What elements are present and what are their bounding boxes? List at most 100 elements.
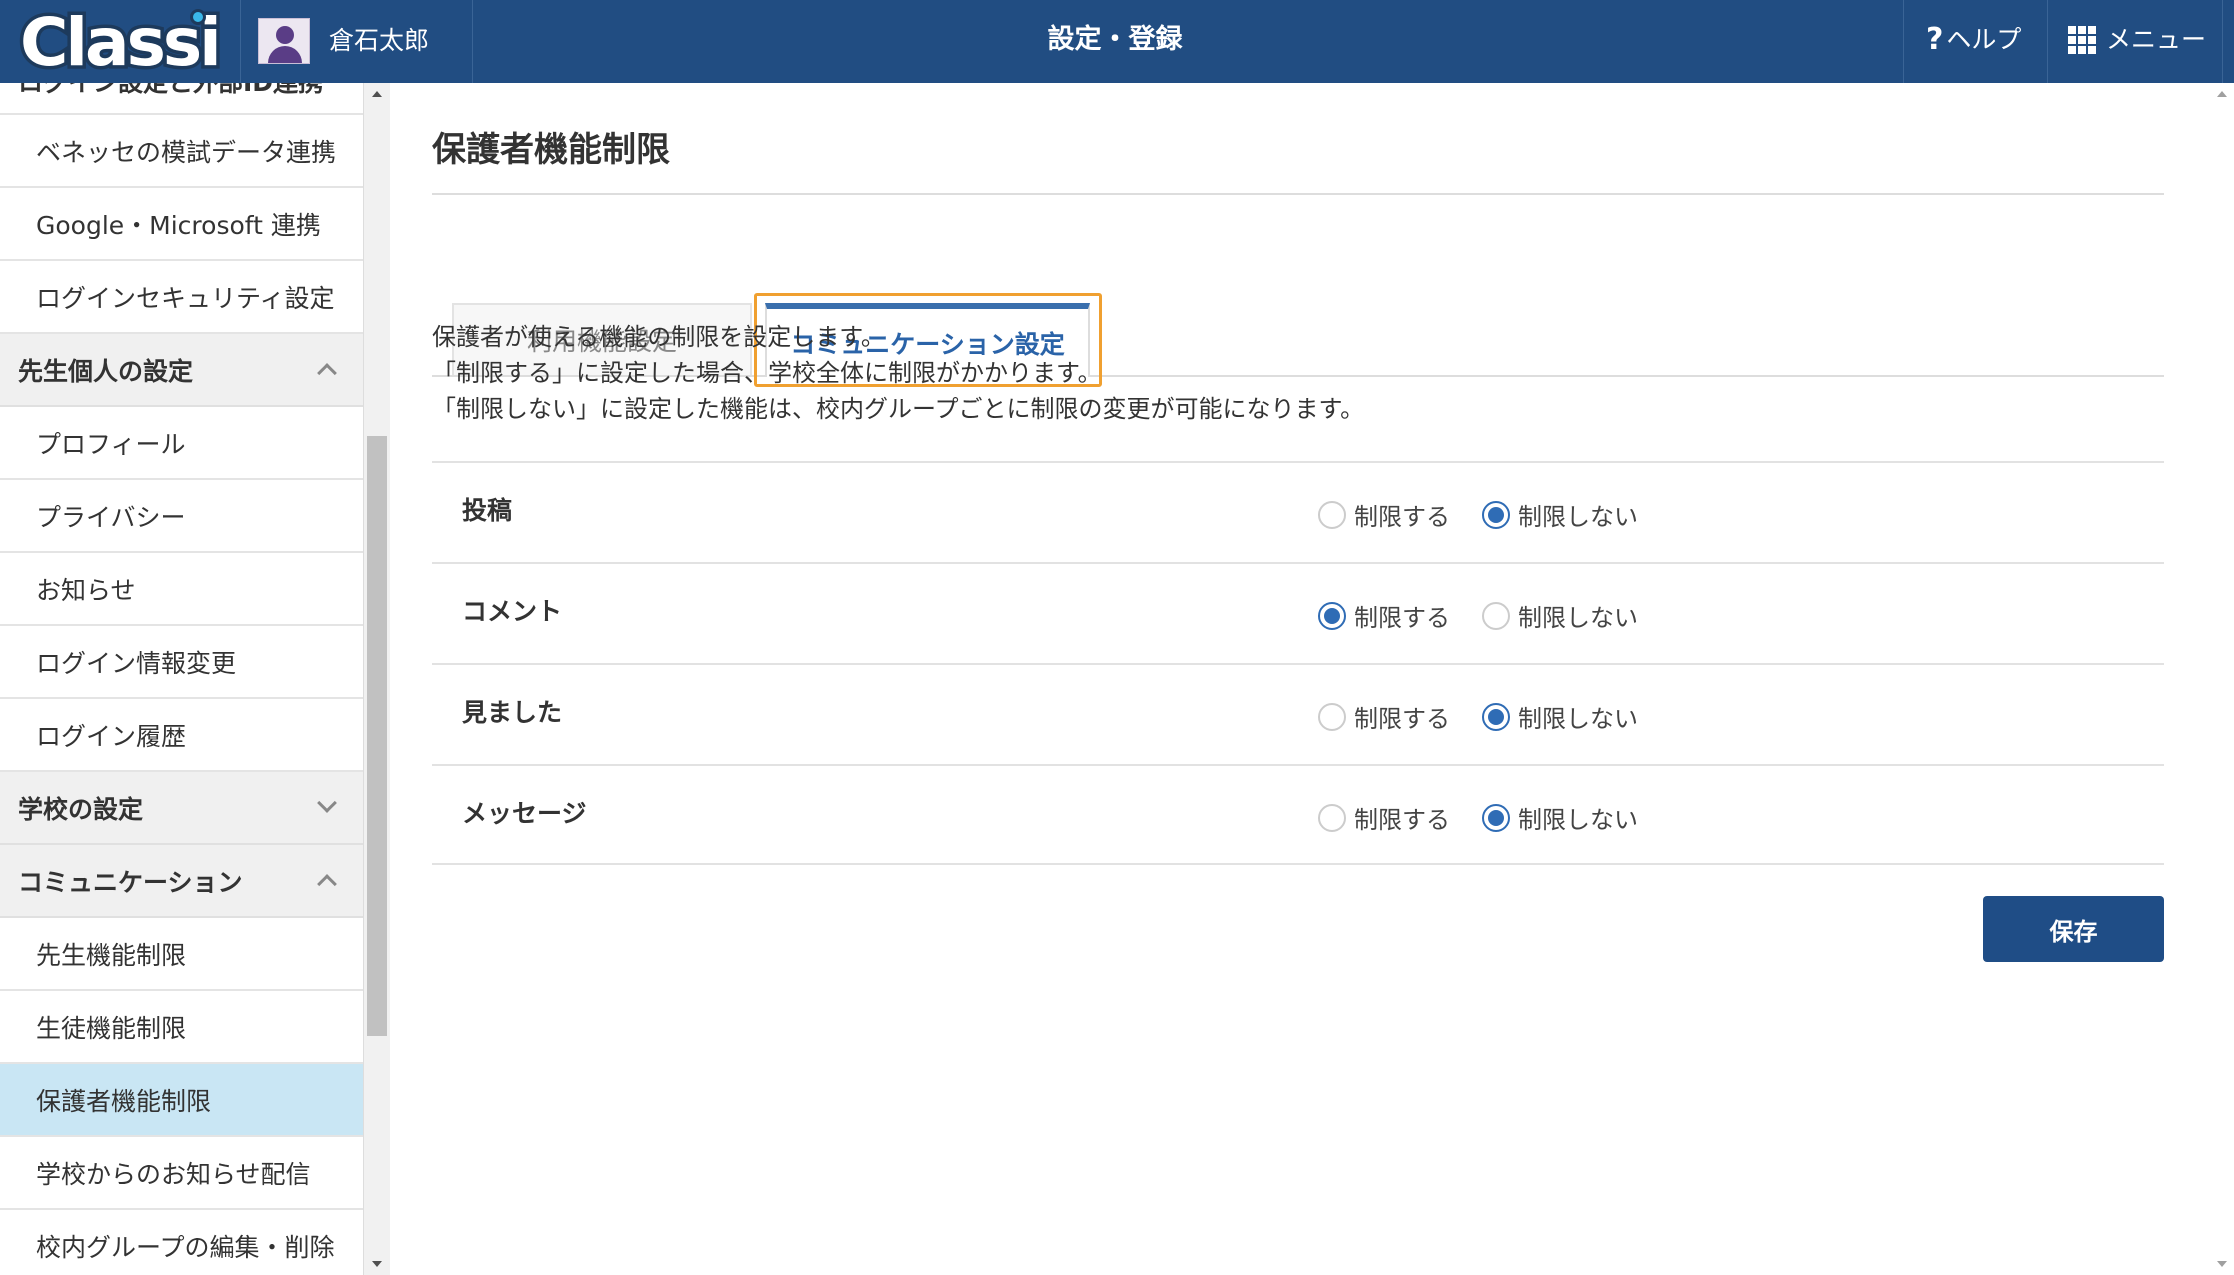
sidebar: ログイン設定と外部ID連携 ベネッセの模試データ連携 Google・Microso… — [0, 83, 364, 1275]
setting-label: 見ました — [462, 698, 563, 727]
header-divider — [2047, 0, 2048, 83]
radio-button[interactable] — [1318, 702, 1346, 731]
setting-row: コメント 制限する 制限しない — [432, 562, 2164, 663]
avatar-body — [268, 46, 302, 63]
menu-label: メニュー — [2106, 25, 2207, 54]
radio-button[interactable] — [1482, 601, 1510, 630]
sidebar-item-active[interactable]: 保護者機能制限 — [0, 1064, 363, 1137]
sidebar-item[interactable]: 生徒機能制限 — [0, 991, 363, 1064]
header-divider — [2222, 0, 2223, 83]
logo-dot — [190, 9, 206, 25]
setting-row: 見ました 制限する 制限しない — [432, 663, 2164, 764]
question-icon: ? — [1926, 22, 1944, 57]
setting-label: コメント — [462, 597, 563, 626]
sidebar-item[interactable]: プライバシー — [0, 480, 363, 553]
header-divider — [1903, 0, 1904, 83]
radio-button[interactable] — [1482, 500, 1510, 529]
user-name[interactable]: 倉石太郎 — [329, 25, 429, 57]
save-button[interactable]: 保存 — [1983, 896, 2164, 962]
chevron-up-icon[interactable] — [317, 874, 337, 894]
avatar-head — [276, 26, 294, 44]
radio-restrict[interactable]: 制限する — [1318, 598, 1450, 633]
scroll-down-arrow-icon[interactable] — [2217, 1261, 2227, 1267]
sidebar-item[interactable]: ベネッセの模試データ連携 — [0, 115, 363, 188]
radio-label: 制限する — [1354, 806, 1450, 834]
radio-no-restrict[interactable]: 制限しない — [1482, 800, 1638, 835]
sidebar-item-label: 学校からのお知らせ配信 — [36, 1159, 311, 1189]
sidebar-item-label: ログイン情報変更 — [36, 648, 237, 678]
radio-label: 制限しない — [1518, 806, 1638, 834]
radio-button[interactable] — [1318, 500, 1346, 529]
menu-button[interactable]: メニュー — [2068, 22, 2220, 58]
sidebar-item[interactable]: ログイン情報変更 — [0, 626, 363, 699]
sidebar-section[interactable]: 学校の設定 — [0, 772, 363, 845]
sidebar-item-label: コミュニケーション — [18, 867, 243, 897]
sidebar-item-label: ログインセキュリティ設定 — [36, 283, 335, 313]
title-divider — [432, 193, 2164, 195]
radio-no-restrict[interactable]: 制限しない — [1482, 699, 1638, 734]
radio-label: 制限する — [1354, 604, 1450, 632]
sidebar-scrollbar[interactable] — [364, 83, 390, 1275]
sidebar-item-label: プロフィール — [36, 429, 186, 459]
sidebar-item-label: お知らせ — [36, 575, 136, 605]
help-label: ヘルプ — [1946, 25, 2022, 54]
grid-menu-icon — [2068, 26, 2096, 54]
header-title: 設定・登録 — [1047, 24, 1183, 55]
radio-button[interactable] — [1318, 601, 1346, 630]
radio-no-restrict[interactable]: 制限しない — [1482, 598, 1638, 633]
sidebar-section[interactable]: コミュニケーション — [0, 845, 363, 918]
logo-text: Classi — [17, 4, 226, 81]
header-divider — [240, 0, 241, 83]
sidebar-item[interactable]: プロフィール — [0, 407, 363, 480]
sidebar-item[interactable]: お知らせ — [0, 553, 363, 626]
chevron-down-icon[interactable] — [317, 793, 337, 813]
scroll-up-arrow-icon[interactable] — [2217, 91, 2227, 97]
description: 保護者が使える機能の制限を設定します。 「制限する」に設定した場合、学校全体に制… — [432, 319, 1364, 427]
sidebar-section[interactable]: 先生個人の設定 — [0, 334, 363, 407]
radio-label: 制限する — [1354, 705, 1450, 733]
help-button[interactable]: ? ヘルプ — [1926, 22, 2062, 58]
radio-button[interactable] — [1482, 803, 1510, 832]
scroll-up-arrow-icon[interactable] — [372, 91, 382, 97]
sidebar-item[interactable]: 学校からのお知らせ配信 — [0, 1137, 363, 1210]
avatar[interactable] — [258, 18, 310, 64]
sidebar-item-label: 学校の設定 — [18, 794, 144, 824]
description-line: 「制限する」に設定した場合、学校全体に制限がかかります。 — [432, 359, 1102, 387]
sidebar-item-label: 先生個人の設定 — [18, 356, 194, 386]
sidebar-item-label: ベネッセの模試データ連携 — [36, 137, 337, 167]
sidebar-item[interactable]: 校内グループの編集・削除 — [0, 1210, 363, 1275]
description-line: 「制限しない」に設定した機能は、校内グループごとに制限の変更が可能になります。 — [432, 395, 1365, 423]
main-content: 保護者機能制限 利用機能設定 コミュニケーション設定 保護者が使える機能の制限を… — [391, 83, 2209, 1275]
header-divider — [472, 0, 473, 83]
sidebar-item[interactable]: ログインセキュリティ設定 — [0, 261, 363, 334]
sidebar-item[interactable]: ログイン履歴 — [0, 699, 363, 772]
setting-label: 投稿 — [462, 496, 513, 525]
sidebar-item[interactable]: Google・Microsoft 連携 — [0, 188, 363, 261]
radio-restrict[interactable]: 制限する — [1318, 800, 1450, 835]
sidebar-item-label: ログイン履歴 — [36, 721, 187, 751]
radio-label: 制限する — [1354, 503, 1450, 531]
sidebar-item-label: 先生機能制限 — [36, 940, 187, 970]
sidebar-item-label: Google・Microsoft 連携 — [36, 210, 321, 240]
classi-logo[interactable]: Classi — [17, 4, 226, 81]
chevron-up-icon[interactable] — [317, 363, 337, 383]
main-scrollbar[interactable] — [2209, 83, 2234, 1275]
sidebar-item-label: 保護者機能制限 — [36, 1086, 212, 1116]
radio-restrict[interactable]: 制限する — [1318, 699, 1450, 734]
scroll-down-arrow-icon[interactable] — [372, 1261, 382, 1267]
radio-button[interactable] — [1318, 803, 1346, 832]
sidebar-section-partial[interactable]: ログイン設定と外部ID連携 — [0, 83, 363, 115]
sidebar-item[interactable]: 先生機能制限 — [0, 918, 363, 991]
radio-label: 制限しない — [1518, 705, 1638, 733]
scrollbar-thumb[interactable] — [367, 436, 387, 1036]
top-header: Classi 倉石太郎 設定・登録 ? ヘルプ メニュー — [0, 0, 2234, 83]
page-title: 保護者機能制限 — [432, 130, 670, 170]
settings-list: 投稿 制限する 制限しない コメント 制限する 制限しない 見ました 制限する 制限しない メッセ… — [432, 461, 2164, 865]
radio-button[interactable] — [1482, 702, 1510, 731]
radio-no-restrict[interactable]: 制限しない — [1482, 497, 1638, 532]
radio-label: 制限しない — [1518, 503, 1638, 531]
sidebar-section-label: ログイン設定と外部ID連携 — [18, 83, 323, 99]
radio-label: 制限しない — [1518, 604, 1638, 632]
radio-restrict[interactable]: 制限する — [1318, 497, 1450, 532]
description-line: 保護者が使える機能の制限を設定します。 — [432, 323, 885, 351]
